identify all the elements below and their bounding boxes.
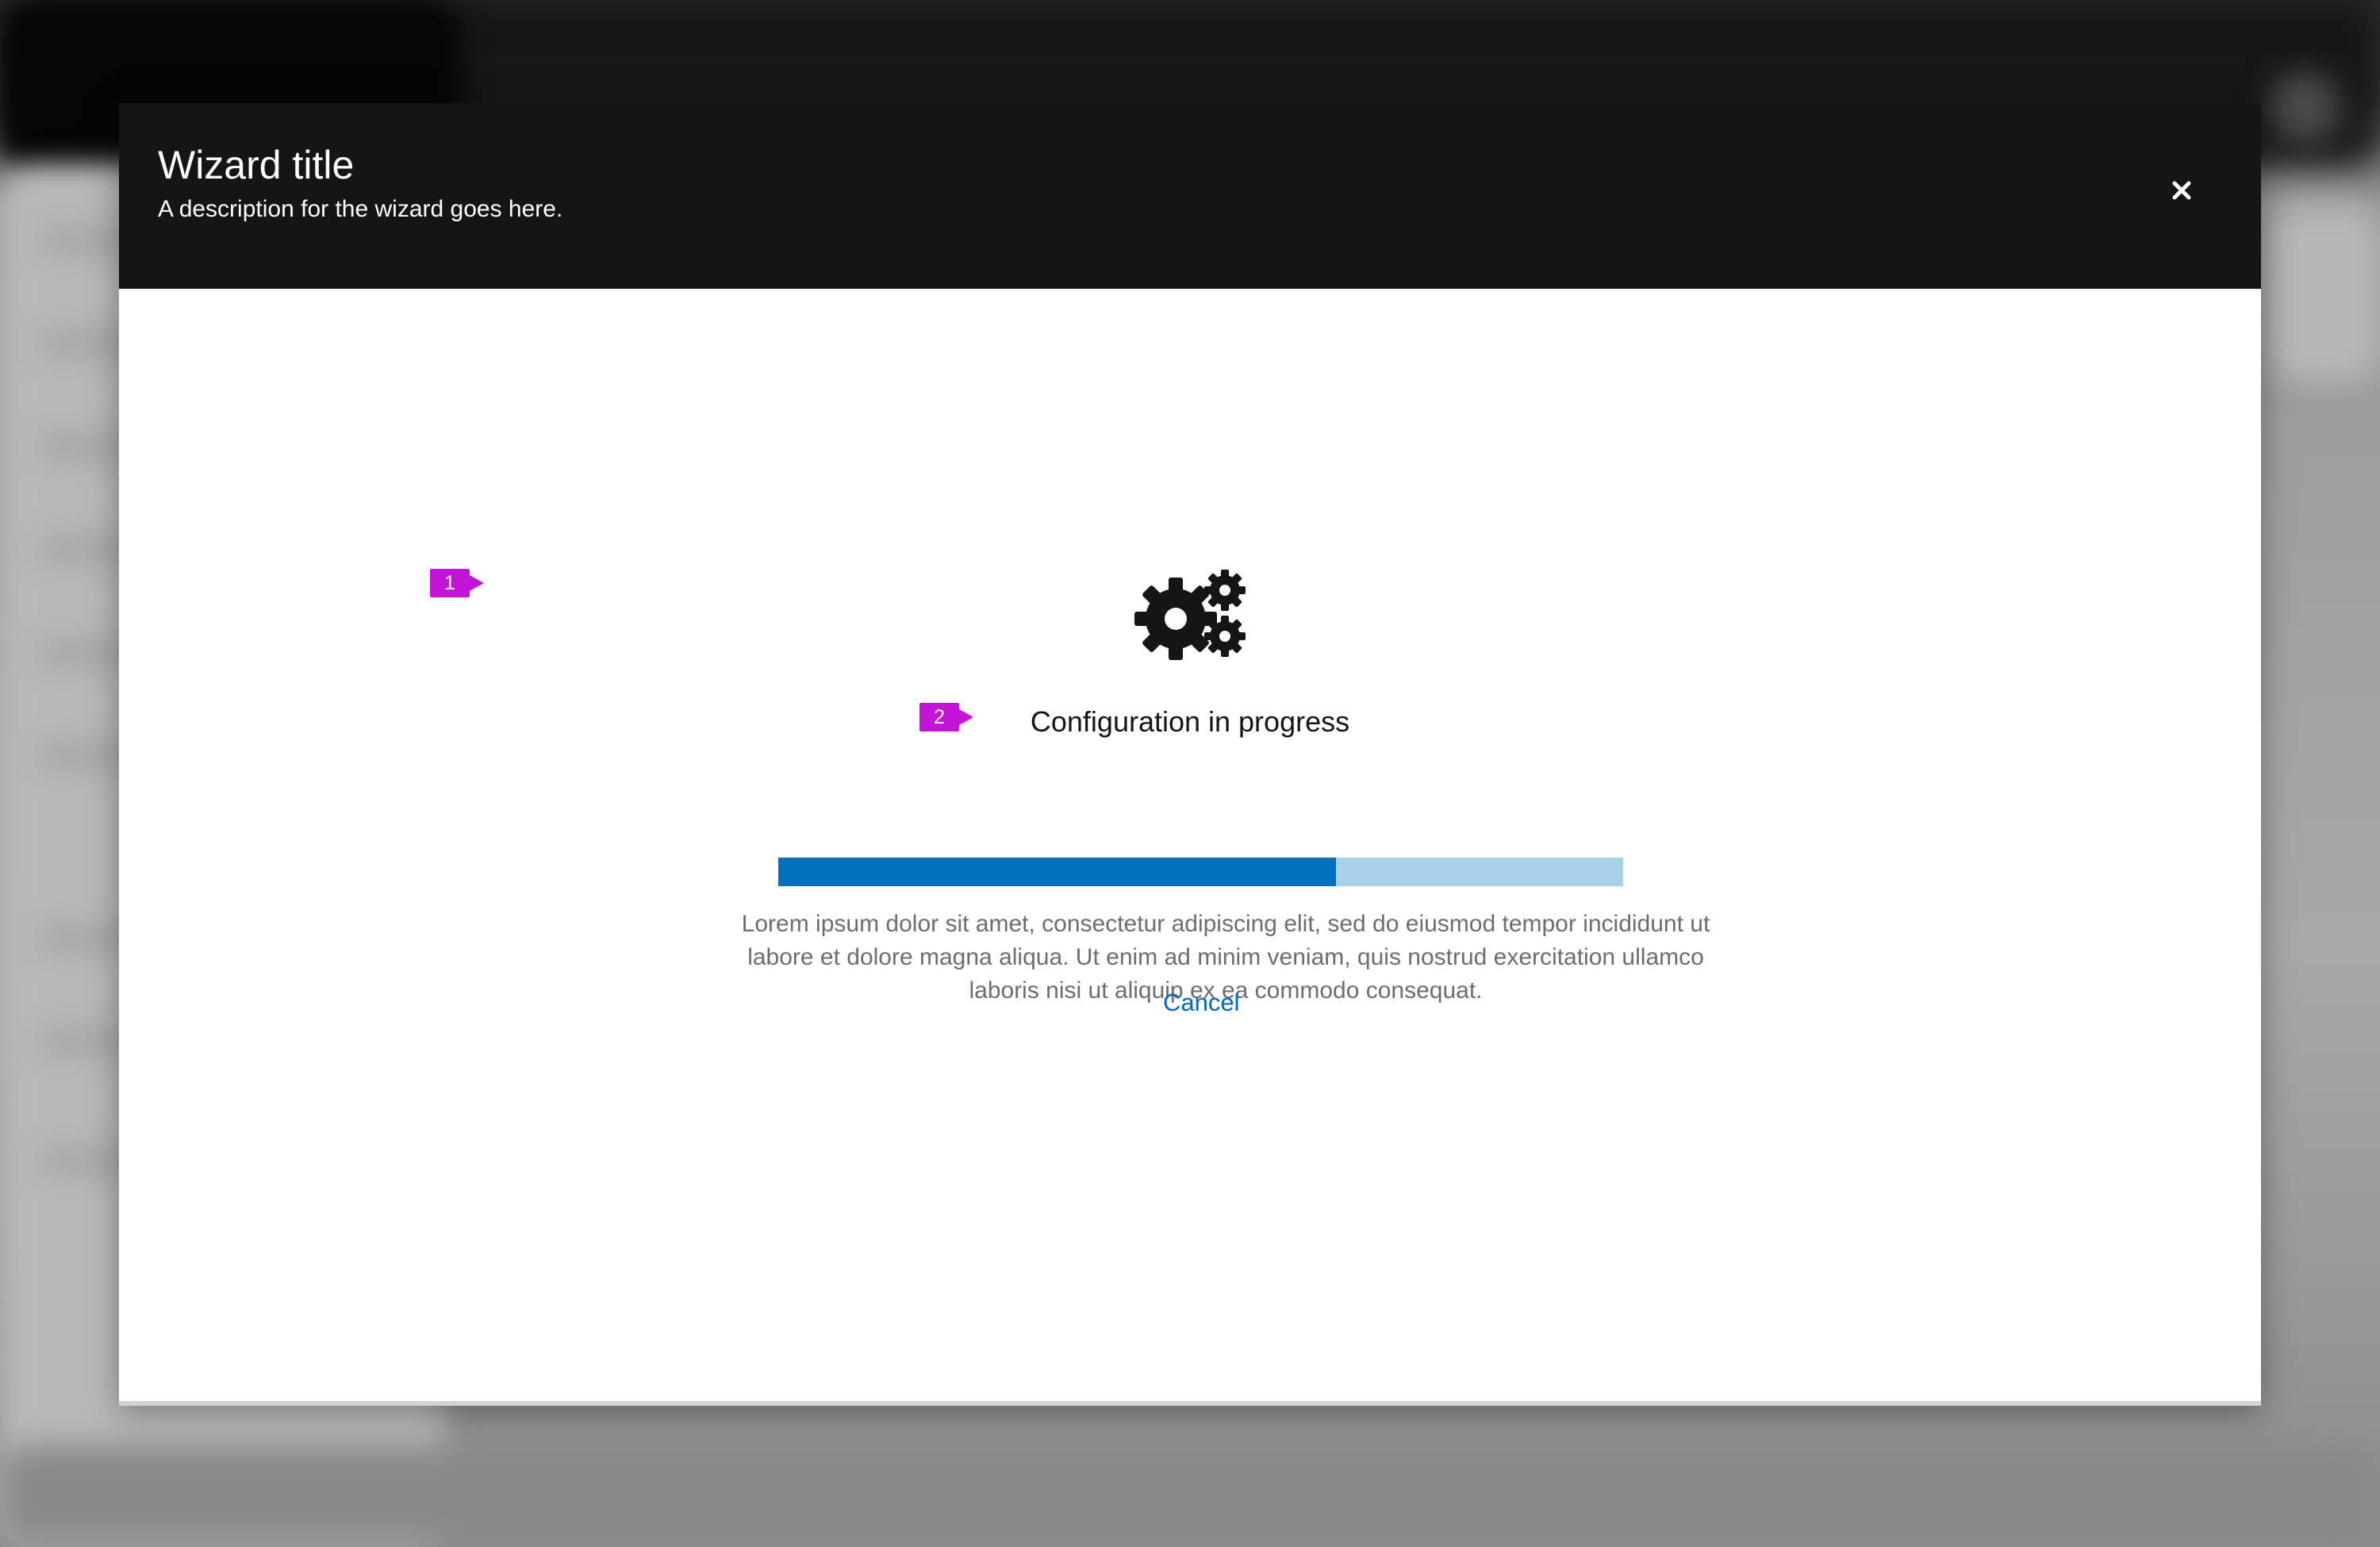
wizard-body: Configuration in progress Lorem ipsum do… <box>119 289 2261 1399</box>
wizard-title: Wizard title <box>158 143 355 187</box>
close-button[interactable] <box>2158 167 2205 214</box>
status-title: Configuration in progress <box>1030 705 1350 738</box>
progress-bar <box>778 858 1623 886</box>
cogs-icon <box>1134 568 1261 667</box>
backdrop-avatar <box>2269 71 2340 143</box>
annotation-marker-1: 1 <box>430 569 484 597</box>
backdrop-right-panel <box>2269 206 2380 381</box>
wizard-header: Wizard title A description for the wizar… <box>119 103 2261 289</box>
backdrop-footer <box>0 1444 2380 1547</box>
wizard-modal: Wizard title A description for the wizar… <box>119 103 2261 1406</box>
progress-bar-fill <box>778 858 1336 886</box>
cancel-link[interactable]: Cancel <box>1163 987 1240 1019</box>
wizard-description: A description for the wizard goes here. <box>158 196 563 222</box>
annotation-marker-2: 2 <box>919 703 973 731</box>
close-icon <box>2172 181 2191 200</box>
